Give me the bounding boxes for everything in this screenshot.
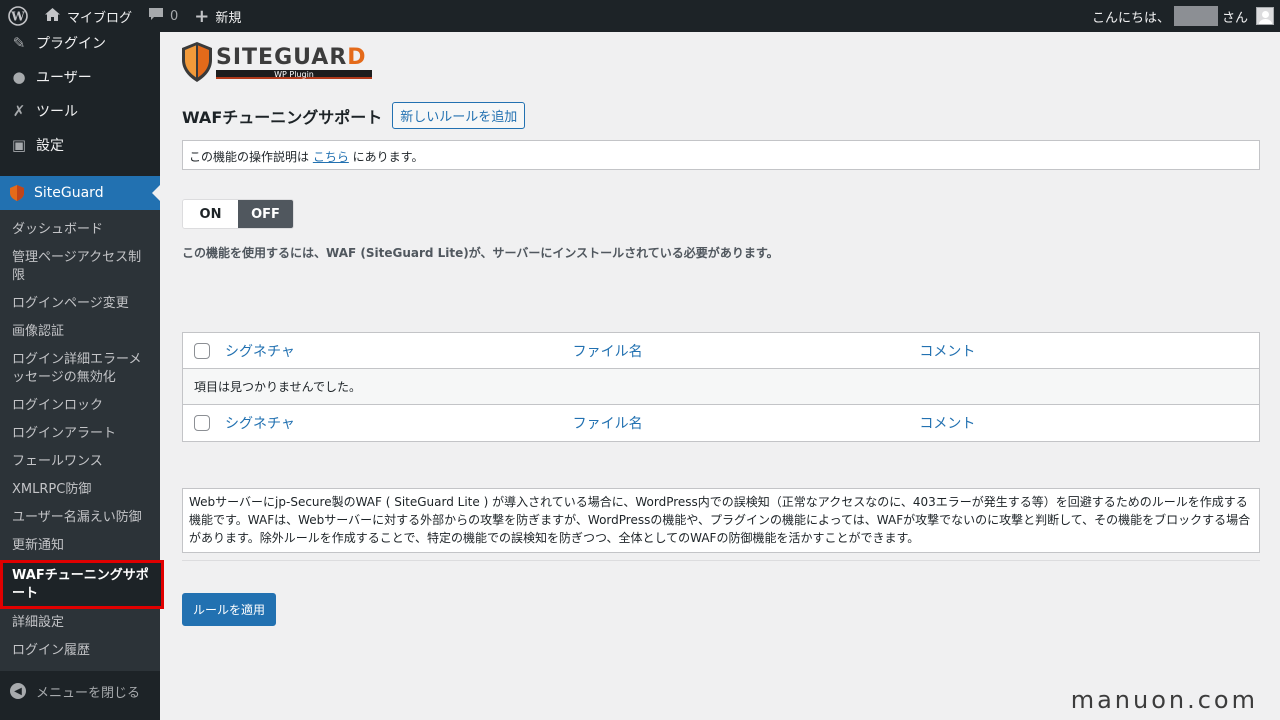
submenu-waf-tuning[interactable]: WAFチューニングサポート [0, 560, 164, 609]
submenu-username-protect[interactable]: ユーザー名漏えい防御 [0, 504, 160, 532]
svg-text:W: W [10, 10, 25, 24]
table-header: シグネチャ ファイル名 コメント [183, 333, 1259, 369]
comment-icon [148, 7, 164, 26]
menu-item-plugins[interactable]: ✎ プラグイン [0, 26, 160, 60]
column-filename-footer[interactable]: ファイル名 [573, 413, 920, 433]
select-all-checkbox[interactable] [194, 342, 210, 359]
submenu-login-lock[interactable]: ログインロック [0, 392, 160, 420]
siteguard-logo: SITEGUARD WP Plugin [182, 42, 372, 82]
user-icon: ● [12, 68, 26, 86]
column-filename[interactable]: ファイル名 [573, 341, 920, 361]
submenu-captcha[interactable]: 画像認証 [0, 318, 160, 346]
home-icon [44, 7, 61, 26]
submenu-login-page-change[interactable]: ログインページ変更 [0, 290, 160, 318]
rules-table: シグネチャ ファイル名 コメント 項目は見つかりませんでした。 シグネチャ ファ… [182, 332, 1260, 442]
page-title-row: WAFチューニングサポート 新しいルールを追加 [182, 102, 526, 129]
siteguard-shield-icon [10, 185, 24, 201]
submenu-update-notify[interactable]: 更新通知 [0, 532, 160, 560]
submenu-xmlrpc[interactable]: XMLRPC防御 [0, 476, 160, 504]
submenu-fail-once[interactable]: フェールワンス [0, 448, 160, 476]
plugin-icon: ✎ [12, 34, 26, 52]
watermark: manuon.com [1070, 686, 1258, 714]
admin-sidebar: ✎ プラグイン ● ユーザー ✗ ツール ▣ 設定 SiteGuard ダッシュ… [0, 32, 164, 720]
submenu-login-history[interactable]: ログイン履歴 [0, 637, 160, 665]
table-footer: シグネチャ ファイル名 コメント [183, 405, 1259, 441]
submenu-advanced-settings[interactable]: 詳細設定 [0, 609, 160, 637]
settings-icon: ▣ [11, 136, 27, 154]
column-comment[interactable]: コメント [919, 341, 1259, 361]
column-signature[interactable]: シグネチャ [225, 341, 573, 361]
column-comment-footer[interactable]: コメント [919, 413, 1259, 433]
admin-bar: W マイブログ 0 + 新規 こんにちは、 さん [0, 0, 1280, 32]
page-title: WAFチューニングサポート [182, 107, 383, 127]
new-content-link[interactable]: + 新規 [186, 0, 249, 32]
redacted-username [1173, 6, 1218, 26]
menu-item-siteguard[interactable]: SiteGuard [0, 176, 160, 210]
help-notice: この機能の操作説明は こちら にあります。 [182, 140, 1260, 170]
submenu-login-alert[interactable]: ログインアラート [0, 420, 160, 448]
table-empty-row: 項目は見つかりませんでした。 [183, 369, 1259, 405]
menu-item-tools[interactable]: ✗ ツール [0, 94, 160, 128]
help-link[interactable]: こちら [313, 150, 349, 164]
menu-item-settings[interactable]: ▣ 設定 [0, 128, 160, 162]
apply-rules-button[interactable]: ルールを適用 [182, 593, 277, 626]
wrench-icon: ✗ [12, 102, 26, 120]
submenu-login-error-message[interactable]: ログイン詳細エラーメッセージの無効化 [0, 346, 160, 392]
toggle-off-button[interactable]: OFF [238, 200, 293, 228]
submenu-admin-access-limit[interactable]: 管理ページアクセス制限 [0, 244, 160, 290]
select-all-checkbox-footer[interactable] [194, 415, 210, 431]
feature-toggle: ON OFF [182, 199, 294, 229]
my-account-link[interactable]: こんにちは、 さん [1084, 0, 1280, 32]
requirement-text: この機能を使用するには、WAF (SiteGuard Lite)が、サーバーにイ… [182, 246, 779, 260]
divider [182, 560, 1260, 561]
collapse-menu-button[interactable]: ◀ メニューを閉じる [0, 674, 160, 708]
submenu-dashboard[interactable]: ダッシュボード [0, 216, 160, 244]
siteguard-logo-shield-icon [182, 42, 212, 82]
collapse-arrow-icon: ◀ [10, 683, 26, 699]
column-signature-footer[interactable]: シグネチャ [225, 413, 573, 433]
avatar [1256, 7, 1274, 25]
menu-item-users[interactable]: ● ユーザー [0, 60, 160, 94]
feature-description: Webサーバーにjp-Secure製のWAF ( SiteGuard Lite … [182, 488, 1260, 553]
siteguard-submenu: ダッシュボード 管理ページアクセス制限 ログインページ変更 画像認証 ログイン詳… [0, 210, 164, 671]
toggle-on-button[interactable]: ON [183, 200, 238, 228]
plus-icon: + [194, 5, 210, 27]
add-new-rule-button[interactable]: 新しいルールを追加 [392, 102, 526, 129]
